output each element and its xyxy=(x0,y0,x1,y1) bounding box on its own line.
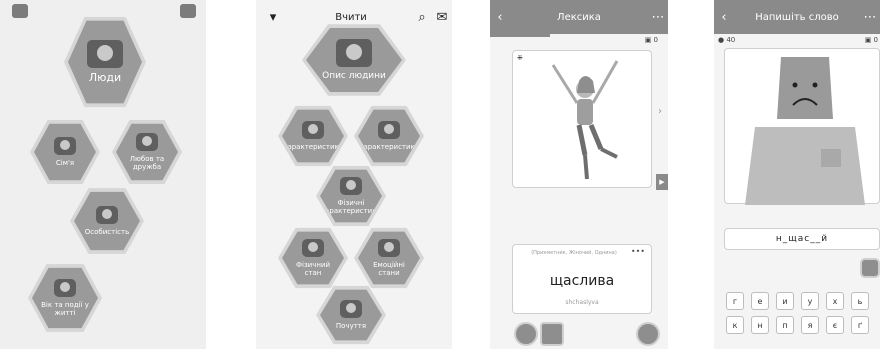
key-button[interactable]: к xyxy=(726,316,744,334)
back-icon[interactable]: ‹ xyxy=(714,10,734,25)
portrait-icon xyxy=(336,38,372,67)
tile-characteristics-positive[interactable]: Характеристики xyxy=(278,105,348,167)
transliteration: shchaslyva xyxy=(565,299,599,306)
screen-write-word: ‹ Напишіть слово ⋯ ● 40 ▣ 0 н_щас__й г е… xyxy=(714,0,880,349)
page-title: Лексика xyxy=(557,11,601,23)
word-card: (Прикметник, Жіночий, Однина) ••• щаслив… xyxy=(512,244,652,314)
books-icon[interactable] xyxy=(12,4,28,18)
screen-topics: Люди Сім'я Любов та дружба Особистість В… xyxy=(0,0,206,349)
tile-people[interactable]: Люди xyxy=(64,16,146,108)
expand-icon[interactable]: ⁜ xyxy=(517,54,523,62)
key-button[interactable]: ь xyxy=(851,292,869,310)
key-button[interactable]: е xyxy=(751,292,769,310)
tile-physical-characteristics[interactable]: Фізичні характеристики xyxy=(316,165,386,227)
screen-vocabulary: ‹ Лексика ⋯ ▣ 0 ⁜ › ▶ (Прикметник, Жіноч… xyxy=(490,0,668,349)
cloud-icon xyxy=(302,238,324,257)
notifications-icon[interactable]: ✉ xyxy=(432,10,452,25)
key-button[interactable]: н xyxy=(751,316,769,334)
microphone-button[interactable] xyxy=(636,322,660,346)
top-bar: ‹ Напишіть слово ⋯ xyxy=(714,0,880,34)
course-switch-icon[interactable]: ▾ xyxy=(256,10,290,25)
calendar-icon[interactable] xyxy=(180,4,196,18)
key-button[interactable]: у xyxy=(801,292,819,310)
hint-button[interactable] xyxy=(860,258,880,278)
person-icon xyxy=(340,176,362,195)
tile-family[interactable]: Сім'я xyxy=(30,120,100,184)
page-title: Напишіть слово xyxy=(755,11,839,23)
word-text: щаслива xyxy=(549,273,615,289)
answer-field[interactable]: н_щас__й xyxy=(724,228,880,250)
progress-bar xyxy=(490,34,550,37)
tile-emotional-states[interactable]: Емоційні стани xyxy=(354,227,424,289)
tile-characteristics-negative[interactable]: Характеристики xyxy=(354,105,424,167)
couple-icon xyxy=(136,132,158,151)
image-button[interactable] xyxy=(540,322,564,346)
hint-button[interactable] xyxy=(514,322,538,346)
coins-counter: ● 40 xyxy=(718,36,736,44)
key-button[interactable]: я xyxy=(801,316,819,334)
thumbs-up-icon xyxy=(302,120,324,139)
cake-icon xyxy=(54,278,76,297)
score-counter: ▣ 0 xyxy=(864,36,878,44)
card-counter: ▣ 0 xyxy=(644,36,658,44)
tile-love-friendship[interactable]: Любов та дружба xyxy=(112,120,182,184)
faces-icon xyxy=(378,238,400,257)
thumbs-down-icon xyxy=(378,120,400,139)
illustration-card xyxy=(724,48,880,205)
id-card-icon xyxy=(96,205,118,224)
key-button[interactable]: п xyxy=(776,316,794,334)
happy-woman-illustration xyxy=(551,60,619,180)
key-button[interactable]: х xyxy=(826,292,844,310)
illustration-card: ⁜ xyxy=(512,50,652,188)
tile-physical-state[interactable]: Фізичний стан xyxy=(278,227,348,289)
tile-feelings[interactable]: Почуття xyxy=(316,285,386,345)
key-button[interactable]: г xyxy=(726,292,744,310)
tile-age-life-events[interactable]: Вік та події у житті xyxy=(28,264,102,332)
key-button[interactable]: є xyxy=(826,316,844,334)
next-arrow-icon[interactable]: › xyxy=(658,106,662,117)
sad-bag-head-illustration xyxy=(745,57,865,205)
page-title: Вчити xyxy=(335,11,367,23)
top-bar: ‹ Лексика ⋯ xyxy=(490,0,668,34)
word-options-button[interactable]: ••• xyxy=(631,247,645,256)
people-icon xyxy=(87,39,123,68)
key-button[interactable]: ґ xyxy=(851,316,869,334)
play-icon[interactable]: ▶ xyxy=(656,174,668,190)
more-icon[interactable]: ⋯ xyxy=(648,10,668,25)
screen-learn: ▾ Вчити ⌕ ✉ Опис людини Характеристики Х… xyxy=(256,0,452,349)
search-icon[interactable]: ⌕ xyxy=(412,10,432,25)
key-button[interactable]: и xyxy=(776,292,794,310)
more-icon[interactable]: ⋯ xyxy=(860,10,880,25)
tile-personality[interactable]: Особистість xyxy=(70,188,144,254)
family-icon xyxy=(54,136,76,155)
mask-icon xyxy=(340,299,362,318)
back-icon[interactable]: ‹ xyxy=(490,10,510,25)
